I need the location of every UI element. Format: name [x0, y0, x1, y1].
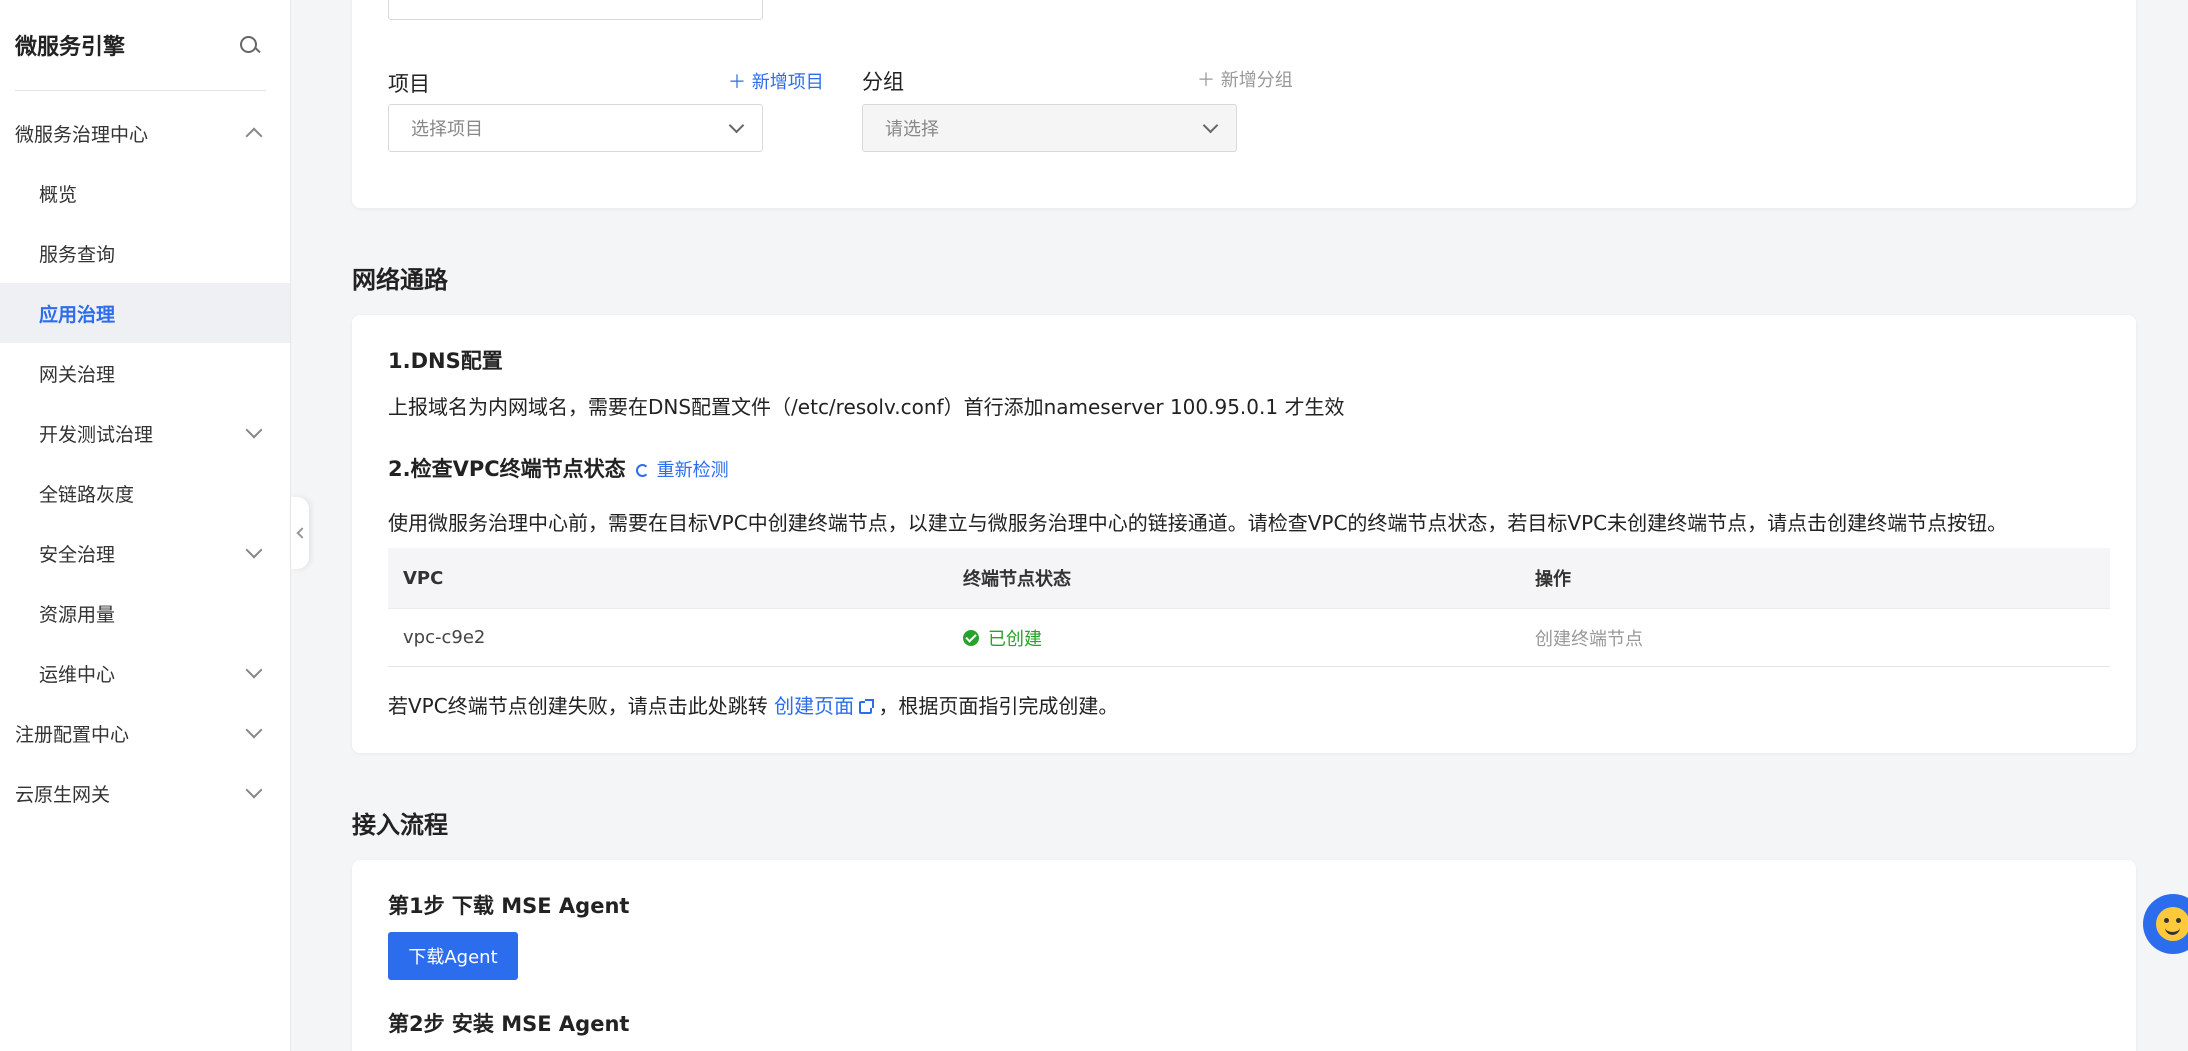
external-link-icon: [859, 699, 875, 714]
group-select[interactable]: 请选择: [862, 104, 1237, 152]
chevron-down-icon: [245, 421, 263, 439]
column-header: 操作: [1535, 569, 1571, 590]
sidebar-item-cloud-native-gateway[interactable]: 云原生网关: [0, 763, 290, 823]
sidebar-menu: 微服务治理中心 概览 服务查询 应用治理 网关治理 开发测试治理 全链路灰度 安…: [0, 91, 290, 823]
chevron-down-icon: [245, 661, 263, 679]
status-text: 已创建: [988, 628, 1042, 650]
fail-hint: 若VPC终端节点创建失败，请点击此处跳转 创建页面 ，根据页面指引完成创建。: [388, 690, 1118, 719]
add-group-link[interactable]: ＋ 新增分组: [1197, 66, 1293, 92]
sidebar-title: 微服务引擎: [15, 35, 126, 60]
add-group-label: 新增分组: [1220, 70, 1293, 91]
dns-text: 上报域名为内网域名，需要在DNS配置文件（/etc/resolv.conf）首行…: [388, 395, 1345, 419]
sidebar-item-ops-center[interactable]: 运维中心: [0, 643, 290, 703]
sidebar-item-full-link-gray[interactable]: 全链路灰度: [0, 463, 290, 523]
sidebar-item-security-governance[interactable]: 安全治理: [0, 523, 290, 583]
sidebar-header: 微服务引擎: [0, 0, 290, 90]
vpc-text: 使用微服务治理中心前，需要在目标VPC中创建终端节点，以建立与微服务治理中心的链…: [388, 511, 2008, 535]
fail-hint-prefix: 若VPC终端节点创建失败，请点击此处跳转: [388, 694, 768, 718]
table-header: VPC 终端节点状态 操作: [388, 548, 2110, 608]
download-agent-button[interactable]: 下载Agent: [388, 932, 518, 980]
create-page-link-label: 创建页面: [774, 694, 855, 718]
form-card: 项目 ＋ 新增项目 选择项目 分组 ＋ 新增分组 请选择: [352, 0, 2136, 208]
access-section-title: 接入流程: [352, 811, 448, 839]
vpc-table: VPC 终端节点状态 操作 vpc-c9e2 已创建 创建终端节点: [388, 548, 2110, 667]
chevron-down-icon: [728, 117, 745, 133]
refresh-icon: [635, 464, 649, 477]
dns-title: 1.DNS配置: [388, 349, 503, 373]
create-endpoint-action[interactable]: 创建终端节点: [1535, 625, 2110, 651]
sidebar-item-label: 注册配置中心: [15, 723, 130, 746]
chevron-up-icon: [245, 127, 263, 145]
sidebar-item-label: 微服务治理中心: [15, 123, 149, 146]
sidebar-item-label: 服务查询: [39, 243, 116, 266]
recheck-label: 重新检测: [656, 460, 729, 481]
project-label: 项目: [388, 72, 430, 96]
table-row: vpc-c9e2 已创建 创建终端节点: [388, 608, 2110, 666]
sidebar-item-gateway-governance[interactable]: 网关治理: [0, 343, 290, 403]
sidebar-item-registry-config[interactable]: 注册配置中心: [0, 703, 290, 763]
chevron-down-icon: [245, 541, 263, 559]
access-card: 第1步 下载 MSE Agent 下载Agent 第2步 安装 MSE Agen…: [352, 860, 2136, 1051]
sidebar-item-app-governance[interactable]: 应用治理: [0, 283, 290, 343]
column-header: 终端节点状态: [963, 569, 1071, 590]
sidebar: 微服务引擎 微服务治理中心 概览 服务查询 应用治理 网关治理 开发测试治理 全…: [0, 0, 291, 1051]
chevron-down-icon: [245, 781, 263, 799]
project-select[interactable]: 选择项目: [388, 104, 763, 152]
vpc-cell: vpc-c9e2: [403, 627, 486, 648]
group-label: 分组: [862, 70, 904, 94]
recheck-link[interactable]: 重新检测: [635, 460, 729, 481]
sidebar-item-label: 资源用量: [39, 603, 116, 626]
network-section-title: 网络通路: [352, 266, 448, 294]
sidebar-item-label: 网关治理: [39, 363, 116, 386]
status-cell: 已创建: [963, 625, 1535, 651]
group-select-placeholder: 请选择: [885, 119, 939, 140]
sidebar-item-service-query[interactable]: 服务查询: [0, 223, 290, 283]
search-icon[interactable]: [238, 34, 260, 56]
sidebar-item-label: 云原生网关: [15, 783, 111, 806]
chevron-down-icon: [245, 721, 263, 739]
sidebar-item-label: 概览: [39, 183, 78, 206]
sidebar-item-label: 应用治理: [39, 303, 116, 326]
network-card: 1.DNS配置 上报域名为内网域名，需要在DNS配置文件（/etc/resolv…: [352, 315, 2136, 753]
smiley-icon: [2156, 907, 2188, 941]
status-badge: 已创建: [963, 625, 1535, 651]
sidebar-item-label: 运维中心: [39, 663, 116, 686]
main-content: 项目 ＋ 新增项目 选择项目 分组 ＋ 新增分组 请选择 网络通路 1.DNS配…: [292, 0, 2188, 1051]
vpc-title: 2.检查VPC终端节点状态 重新检测: [388, 453, 729, 483]
partial-select[interactable]: [388, 0, 763, 20]
add-project-link[interactable]: ＋ 新增项目: [728, 68, 824, 94]
step2-title: 第2步 安装 MSE Agent: [388, 1012, 630, 1036]
sidebar-item-mse-governance[interactable]: 微服务治理中心: [0, 103, 290, 163]
sidebar-item-resource-usage[interactable]: 资源用量: [0, 583, 290, 643]
sidebar-item-label: 安全治理: [39, 543, 116, 566]
fail-hint-suffix: ，根据页面指引完成创建。: [878, 694, 1119, 718]
check-circle-icon: [963, 629, 979, 646]
sidebar-item-label: 全链路灰度: [39, 483, 135, 506]
create-page-link[interactable]: 创建页面: [774, 694, 875, 718]
column-header: VPC: [403, 567, 444, 589]
chevron-down-icon: [1202, 117, 1219, 133]
add-project-label: 新增项目: [751, 72, 824, 93]
vpc-title-text: 2.检查VPC终端节点状态: [388, 457, 626, 481]
sidebar-item-label: 开发测试治理: [39, 423, 154, 446]
sidebar-item-dev-test-governance[interactable]: 开发测试治理: [0, 403, 290, 463]
project-select-placeholder: 选择项目: [411, 119, 483, 140]
sidebar-item-overview[interactable]: 概览: [0, 163, 290, 223]
step1-title: 第1步 下载 MSE Agent: [388, 894, 630, 918]
